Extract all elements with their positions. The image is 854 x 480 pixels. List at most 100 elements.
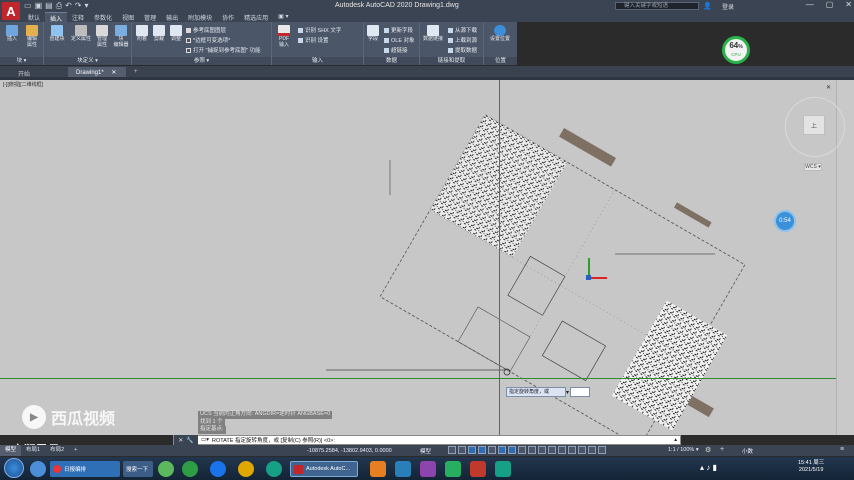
start-button[interactable]	[4, 458, 24, 478]
grid-icon[interactable]	[448, 446, 456, 454]
tab-start[interactable]: 开始	[10, 67, 38, 78]
download-from-source-button[interactable]: 从源下载	[448, 26, 477, 34]
update-fields-button[interactable]: 更新字段	[384, 26, 413, 34]
insert-button[interactable]: 插入	[3, 25, 21, 43]
plus-icon[interactable]: +	[720, 446, 724, 453]
dynamic-ucs-icon[interactable]	[558, 446, 566, 454]
close-tab-icon[interactable]: ✕	[111, 70, 116, 76]
taskbar-task-2[interactable]: 搜索一下	[123, 461, 153, 477]
ribbon-tab[interactable]: 输出	[161, 12, 183, 22]
underlay-layers-button[interactable]: 参考底图图层	[186, 26, 226, 34]
taskbar-app-icon[interactable]	[30, 461, 46, 477]
drawing-app-icon[interactable]	[238, 461, 254, 477]
tab-model[interactable]: 模型	[0, 445, 22, 456]
ribbon-tab[interactable]: 视图	[117, 12, 139, 22]
attach-button[interactable]: 附着	[134, 25, 150, 43]
dynamic-input-field[interactable]	[570, 387, 590, 397]
model-space-label[interactable]: 模型	[420, 447, 431, 455]
recognize-shx-button[interactable]: 识别 SHX 文字	[298, 26, 341, 34]
auto-scale-icon[interactable]	[598, 446, 606, 454]
create-block-button[interactable]: 创建块	[46, 25, 68, 43]
group-label-block-definition[interactable]: 块定义 ▾	[44, 57, 131, 65]
taskbar-icon[interactable]	[445, 461, 461, 477]
save-icon[interactable]: ▣	[35, 1, 43, 11]
snap-to-underlay-dropdown[interactable]: 打开 "捕捉到参考底图" 功能	[186, 46, 260, 54]
ribbon-tab[interactable]: 注释	[67, 12, 89, 22]
edit-attribute-button[interactable]: 编辑 属性	[22, 25, 42, 48]
wrench-icon[interactable]: 🔧	[186, 437, 193, 444]
cursor-coordinates[interactable]: -10875.2584, -13802.9403, 0.0000	[307, 448, 392, 454]
transparency-icon[interactable]	[528, 446, 536, 454]
object-snap-icon[interactable]	[508, 446, 516, 454]
upload-to-source-button[interactable]: 上载到源	[448, 36, 477, 44]
undo-icon[interactable]: ↶	[65, 1, 72, 11]
taskbar-autocad[interactable]: Autodesk AutoC...	[290, 461, 358, 477]
ole-object-button[interactable]: OLE 对象	[384, 36, 415, 44]
k-app-icon[interactable]	[210, 461, 226, 477]
minimize-button[interactable]: —	[806, 0, 814, 9]
adjust-button[interactable]: 调整	[168, 25, 184, 43]
taskbar-icon[interactable]	[370, 461, 386, 477]
manage-attributes-button[interactable]: 管理 属性	[94, 25, 110, 48]
new-tab-button[interactable]: +	[126, 67, 146, 77]
annotation-scale[interactable]: 1:1 / 100% ▾	[668, 447, 699, 453]
ribbon-tab[interactable]: 插入	[45, 12, 68, 23]
isodraft-icon[interactable]	[488, 446, 496, 454]
s-app-icon[interactable]	[266, 461, 282, 477]
ortho-icon[interactable]	[468, 446, 476, 454]
command-history-toggle-icon[interactable]: ▴	[674, 437, 677, 443]
maximize-button[interactable]: ▢	[826, 0, 834, 9]
viewport-close-icon[interactable]: ✕	[826, 84, 831, 91]
taskbar-icon[interactable]	[495, 461, 511, 477]
taskbar-icon[interactable]	[470, 461, 486, 477]
viewcube-top-face[interactable]: 上	[803, 115, 825, 135]
sign-in-link[interactable]: 登录	[722, 2, 734, 11]
redo-icon[interactable]: ↷	[75, 1, 82, 11]
taskbar-task-1[interactable]: 日报编排	[50, 461, 120, 477]
field-button[interactable]: 字段	[366, 25, 380, 43]
viewport-controls-label[interactable]: [-][俯视][二维线框]	[3, 81, 43, 88]
search-input[interactable]: 键入关键字或短语	[615, 2, 699, 10]
object-snap-tracking-icon[interactable]	[498, 446, 506, 454]
pdf-import-button[interactable]: PDF 输入	[274, 25, 294, 48]
cpu-usage-meter[interactable]: 64% CPU	[722, 36, 750, 64]
print-icon[interactable]: ⎙	[56, 1, 62, 11]
wcs-menu[interactable]: WCS ▾	[804, 163, 822, 171]
tab-layout1[interactable]: 布局1	[21, 445, 45, 456]
navigation-timer-badge[interactable]: 0:54	[774, 210, 796, 232]
saveas-icon[interactable]: ▤	[45, 1, 53, 11]
group-label-block[interactable]: 块 ▾	[0, 57, 43, 65]
data-link-button[interactable]: 数据链接	[422, 25, 444, 43]
gizmo-icon[interactable]	[578, 446, 586, 454]
ribbon-tab[interactable]: 精选应用	[239, 12, 273, 22]
tab-drawing1[interactable]: Drawing1* ✕	[68, 67, 127, 77]
annotation-visibility-icon[interactable]	[588, 446, 596, 454]
ribbon-tab[interactable]: 参数化	[89, 12, 117, 22]
selection-filter-icon[interactable]	[568, 446, 576, 454]
3d-osnap-icon[interactable]	[548, 446, 556, 454]
open-icon[interactable]: ▭	[24, 1, 32, 11]
hyperlink-button[interactable]: 超链接	[384, 46, 408, 54]
ribbon-tab[interactable]: ▣ ▾	[273, 12, 293, 22]
tray-icons[interactable]: ▴ ♪ ▮	[700, 463, 717, 472]
autocad-app-logo[interactable]: A	[2, 2, 20, 20]
ribbon-tab[interactable]: 默认	[23, 12, 45, 22]
taskbar-icon[interactable]	[420, 461, 436, 477]
ribbon-tab[interactable]: 附加模块	[183, 12, 217, 22]
share-icon[interactable]: ▾	[85, 1, 89, 11]
ribbon-tab[interactable]: 协作	[217, 12, 239, 22]
units-selector[interactable]: 小数	[742, 447, 753, 455]
close-button[interactable]: ✕	[845, 0, 852, 9]
extract-data-button[interactable]: 提取数据	[448, 46, 477, 54]
clip-button[interactable]: 剪裁	[151, 25, 167, 43]
set-location-button[interactable]: 设置位置	[486, 25, 514, 43]
chrome-icon[interactable]	[158, 461, 174, 477]
tab-layout2[interactable]: 布局2	[45, 445, 69, 456]
define-attribute-button[interactable]: 定义属性	[69, 25, 93, 43]
polar-tracking-icon[interactable]	[478, 446, 486, 454]
add-layout-button[interactable]: +	[69, 445, 82, 456]
command-line[interactable]: ✕ 🔧 ▭▾ ROTATE 指定旋转角度，或 [复制(C) 参照(R)] <0>…	[173, 435, 681, 445]
taskbar-icon[interactable]	[395, 461, 411, 477]
block-editor-button[interactable]: 块 编辑器	[111, 25, 131, 48]
selection-cycling-icon[interactable]	[538, 446, 546, 454]
